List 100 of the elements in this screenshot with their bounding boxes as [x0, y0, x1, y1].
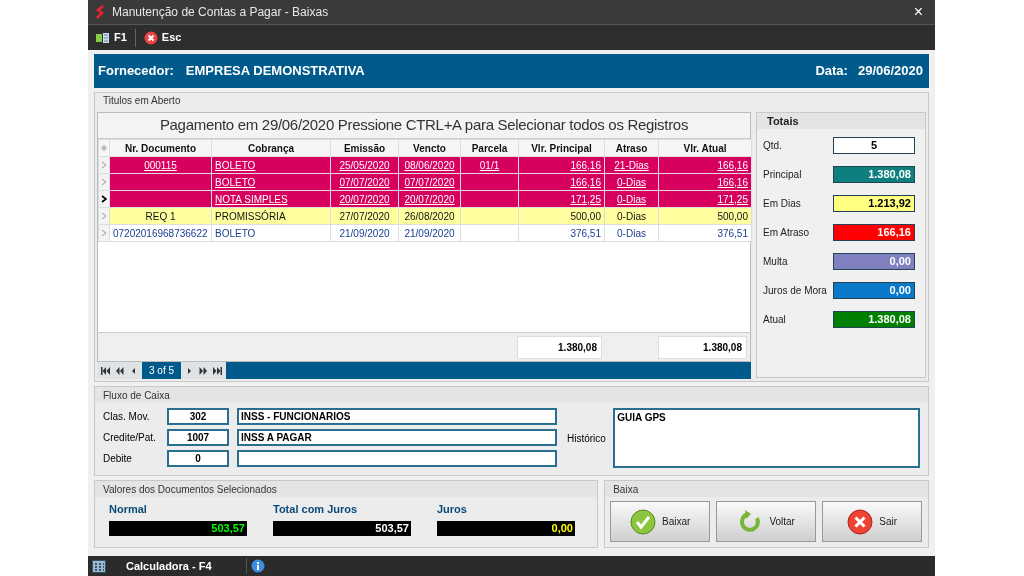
table-cell: 000115: [144, 159, 177, 171]
total-label: Em Dias: [763, 197, 802, 211]
table-cell: 07/07/2020: [404, 176, 455, 188]
table-cell: REQ 1: [145, 210, 176, 222]
table-cell: 376,51: [717, 227, 748, 239]
table-cell: 20/07/2020: [339, 193, 390, 205]
total-label: Qtd.: [763, 139, 783, 153]
value-label: Normal: [109, 502, 148, 517]
total-current-field: 1.380,08: [658, 335, 747, 359]
column-header[interactable]: Vlr. Principal: [518, 139, 605, 157]
table-cell: 21-Dias: [614, 159, 649, 171]
total-value-field: 1.213,92: [833, 195, 915, 212]
window-title: Manutenção de Contas a Pagar - Baixas: [112, 4, 329, 21]
asterisk-icon: [101, 145, 107, 151]
table-cell: 21/09/2020: [339, 227, 390, 239]
field-label: Debite: [103, 452, 133, 466]
description-field[interactable]: INSS - FUNCIONARIOS: [237, 408, 557, 425]
date-value: 29/06/2020: [857, 62, 923, 81]
column-header[interactable]: Emissão: [330, 139, 399, 157]
table-cell: 376,51: [570, 227, 601, 239]
table-cell: 171,25: [570, 193, 601, 205]
table-cell: 0-Dias: [617, 193, 646, 205]
column-header[interactable]: Vencto: [398, 139, 461, 157]
total-value-field: 0,00: [833, 253, 915, 270]
code-field[interactable]: 0: [167, 450, 229, 467]
history-label: Histórico: [567, 431, 607, 446]
table-cell: BOLETO: [215, 227, 256, 239]
panel-title: Fluxo de Caixa: [103, 388, 170, 403]
table-cell: BOLETO: [215, 176, 256, 188]
back-button[interactable]: Voltar: [716, 501, 817, 542]
panel-title: Valores dos Documentos Selecionados: [103, 482, 277, 497]
total-principal-field: 1.380,08: [517, 335, 602, 359]
column-header[interactable]: Atraso: [604, 139, 659, 157]
grid-caption: Pagamento em 29/06/2020 Pressione CTRL+A para Selecionar todos os Registros: [159, 115, 689, 136]
close-button[interactable]: ×: [913, 4, 927, 20]
column-header[interactable]: Nr. Documento: [109, 139, 212, 157]
record-counter: 3 of 5: [142, 362, 182, 379]
table-cell: 25/05/2020: [339, 159, 390, 171]
panel-title: Titulos em Aberto: [103, 93, 181, 108]
panel-title: Baixa: [613, 482, 639, 497]
table-cell: 07/07/2020: [339, 176, 390, 188]
table-cell: 0-Dias: [617, 176, 646, 188]
table-cell: 01/1: [479, 159, 500, 171]
description-field[interactable]: INSS A PAGAR: [237, 429, 557, 446]
keyboard-icon: [96, 31, 110, 44]
total-value-field: 166,16: [833, 224, 915, 241]
table-cell: NOTA SIMPLES: [215, 193, 288, 205]
column-header[interactable]: Cobrança: [211, 139, 331, 157]
total-value-field: 1.380,08: [833, 311, 915, 328]
total-label: Principal: [763, 168, 803, 182]
table-cell: BOLETO: [215, 159, 256, 171]
total-value-field: 5: [833, 137, 915, 154]
confirm-button[interactable]: Baixar: [610, 501, 711, 542]
panel-title: Totais: [767, 113, 799, 129]
value-label: Juros: [437, 502, 468, 517]
description-field[interactable]: [237, 450, 557, 467]
table-cell: 500,00: [717, 210, 748, 222]
table-cell: 166,16: [717, 176, 748, 188]
first-record-button[interactable]: [101, 366, 110, 375]
previous-page-button[interactable]: [115, 366, 124, 375]
table-cell: 20/07/2020: [404, 193, 455, 205]
next-page-button[interactable]: [199, 366, 209, 375]
code-field[interactable]: 1007: [167, 429, 229, 446]
calculator-icon: [92, 559, 106, 573]
table-cell: 0-Dias: [617, 227, 646, 239]
total-value-field: 0,00: [833, 282, 915, 299]
table-cell: 08/06/2020: [404, 159, 455, 171]
table-cell: 27/07/2020: [339, 210, 390, 222]
table-cell: 166,16: [570, 176, 601, 188]
value-text: 503,57: [375, 520, 409, 536]
date-label: Data:: [815, 62, 848, 81]
check-icon: [630, 508, 656, 535]
info-icon[interactable]: [251, 559, 265, 573]
calculator-button[interactable]: Calculadora - F4: [126, 557, 246, 575]
supplier-label: Fornecedor:: [98, 62, 174, 81]
total-label: Atual: [763, 313, 787, 327]
total-value-field: 1.380,08: [833, 166, 915, 183]
table-cell: PROMISSÓRIA: [215, 210, 286, 222]
history-field[interactable]: GUIA GPS: [613, 408, 920, 468]
value-text: 0,00: [551, 520, 573, 536]
last-record-button[interactable]: [213, 366, 223, 375]
value-text: 503,57: [211, 520, 245, 536]
table-cell: 21/09/2020: [404, 227, 455, 239]
column-header[interactable]: Parcela: [460, 139, 519, 157]
code-field[interactable]: 302: [167, 408, 229, 425]
value-label: Total com Juros: [273, 502, 359, 517]
close-icon: [847, 508, 874, 535]
total-label: Multa: [763, 255, 789, 269]
field-label: Clas. Mov.: [103, 410, 151, 424]
table-cell: 0-Dias: [617, 210, 646, 222]
escape-button[interactable]: Esc: [143, 29, 182, 46]
table-cell: 07202016968736622: [113, 227, 208, 239]
app-logo-icon: [96, 5, 104, 19]
table-cell: 500,00: [570, 210, 601, 222]
column-header[interactable]: Vlr. Atual: [658, 139, 752, 157]
help-button[interactable]: F1: [96, 29, 127, 46]
supplier-name: EMPRESA DEMONSTRATIVA: [185, 62, 365, 81]
exit-button[interactable]: Sair: [822, 501, 923, 542]
total-label: Juros de Mora: [763, 284, 828, 298]
table-cell: 166,16: [570, 159, 601, 171]
